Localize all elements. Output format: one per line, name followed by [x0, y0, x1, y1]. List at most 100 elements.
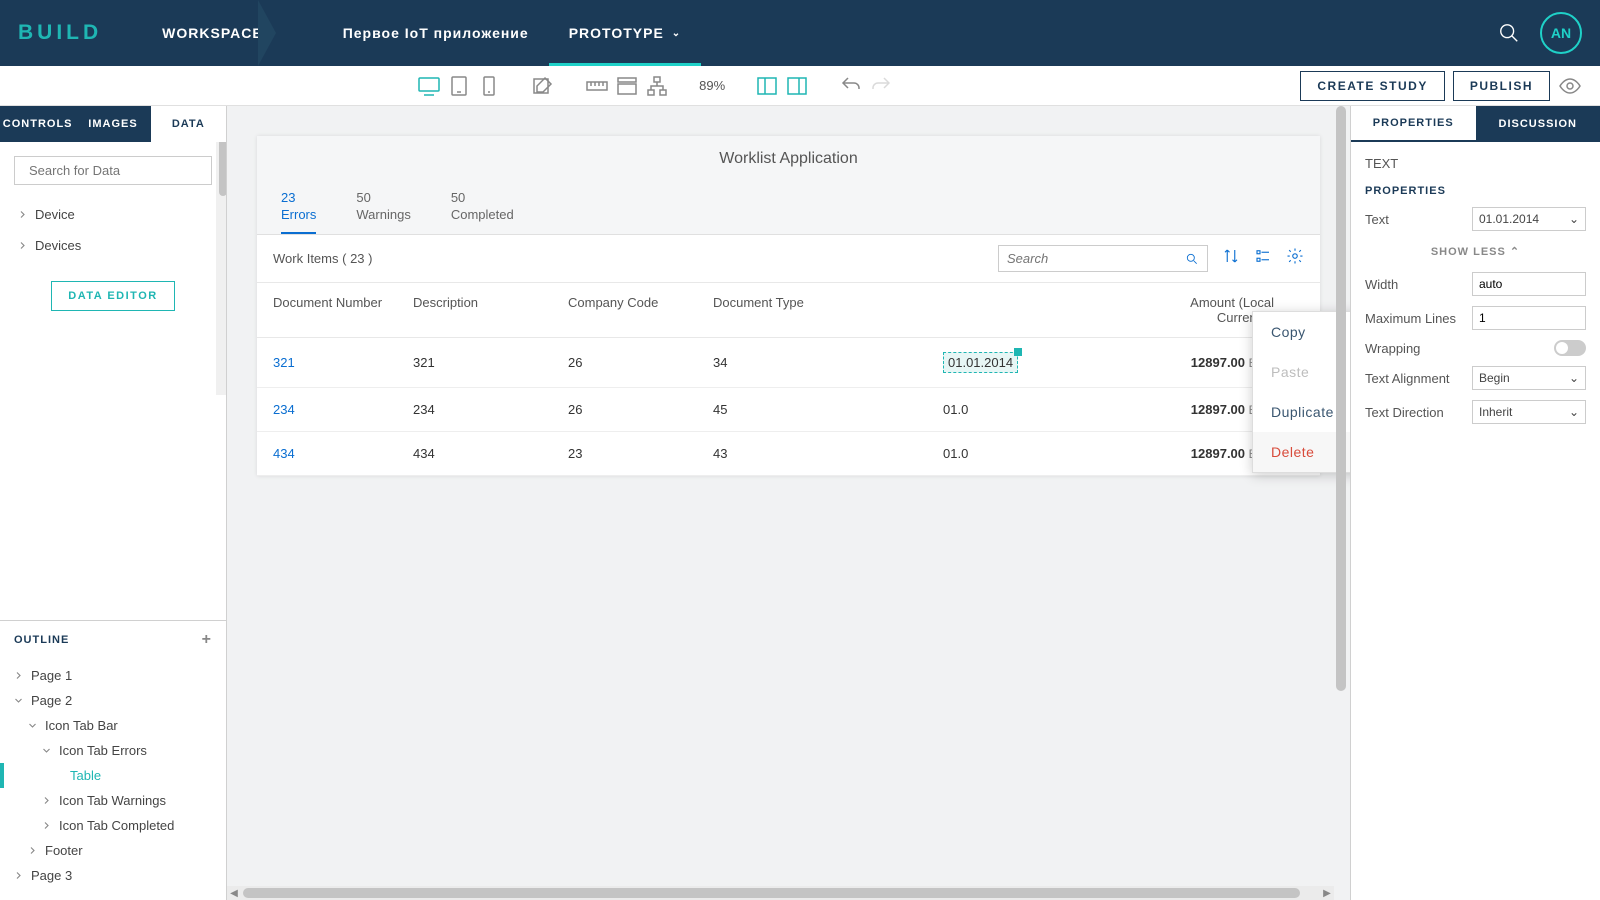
edit-icon[interactable]: [531, 75, 555, 97]
preview-eye-icon[interactable]: [1558, 75, 1582, 97]
table-row[interactable]: 234 234 26 45 01.0 12897.00 EUR ›: [257, 388, 1320, 432]
icon-tab-completed[interactable]: 50 Completed: [451, 182, 514, 234]
outline-label: Page 3: [31, 868, 72, 883]
tab-images[interactable]: IMAGES: [75, 106, 150, 142]
left-scrollbar-thumb[interactable]: [219, 142, 226, 196]
tab-data[interactable]: DATA: [151, 106, 226, 142]
undo-icon[interactable]: [839, 75, 863, 97]
selection-handle[interactable]: [1014, 348, 1022, 356]
outline-icontab-completed[interactable]: Icon Tab Completed: [14, 813, 212, 838]
table-row[interactable]: 434 434 23 43 01.0 12897.00 EUR ›: [257, 432, 1320, 476]
tools-group: [585, 75, 669, 97]
scroll-left-icon[interactable]: ◀: [227, 886, 241, 900]
search-icon[interactable]: [1498, 22, 1520, 44]
outline-page3[interactable]: Page 3: [14, 863, 212, 888]
outline-label: Footer: [45, 843, 83, 858]
group-icon[interactable]: [1254, 247, 1272, 270]
cell-docnum[interactable]: 434: [273, 446, 413, 461]
table-row[interactable]: 321 321 26 34 01.01.2014 12897.00 EUR ›: [257, 338, 1320, 388]
tablet-icon[interactable]: [447, 75, 471, 97]
publish-button[interactable]: PUBLISH: [1453, 71, 1550, 101]
tree-item-devices[interactable]: Devices: [14, 230, 212, 261]
icon-tab-errors[interactable]: 23 Errors: [281, 182, 316, 234]
chevron-down-icon: ⌄: [1569, 371, 1579, 385]
redo-icon[interactable]: [869, 75, 893, 97]
table-title: Work Items ( 23 ): [273, 251, 373, 266]
app-preview: Worklist Application 23 Errors 50 Warnin…: [257, 136, 1320, 476]
ruler-icon[interactable]: [585, 75, 609, 97]
outline-table[interactable]: Table: [14, 763, 212, 788]
avatar[interactable]: AN: [1540, 12, 1582, 54]
cell-cc: 23: [568, 446, 713, 461]
outline-label: Icon Tab Bar: [45, 718, 118, 733]
outline-label: Table: [70, 768, 101, 783]
chevron-down-icon: [14, 696, 23, 705]
cell-date[interactable]: 01.01.2014: [943, 352, 1143, 373]
canvas-scrollbar-h[interactable]: ◀ ▶: [227, 886, 1334, 900]
tab-discussion[interactable]: DISCUSSION: [1476, 106, 1600, 142]
phone-icon[interactable]: [477, 75, 501, 97]
prop-align-select[interactable]: Begin⌄: [1472, 366, 1586, 390]
cell-docnum[interactable]: 234: [273, 402, 413, 417]
chevron-right-icon: [42, 821, 51, 830]
outline-icontab-warnings[interactable]: Icon Tab Warnings: [14, 788, 212, 813]
settings-icon[interactable]: [1286, 247, 1304, 270]
outline-footer[interactable]: Footer: [14, 838, 212, 863]
outline-page2[interactable]: Page 2: [14, 688, 212, 713]
nav-prototype[interactable]: PROTOTYPE ⌄: [549, 0, 701, 66]
outline-icontab-errors[interactable]: Icon Tab Errors: [14, 738, 212, 763]
data-editor-button[interactable]: DATA EDITOR: [51, 281, 174, 311]
prop-maxlines-input[interactable]: [1472, 306, 1586, 330]
scroll-right-icon[interactable]: ▶: [1320, 886, 1334, 900]
canvas-scrollbar-v-thumb[interactable]: [1336, 106, 1346, 691]
tab-count: 50: [451, 190, 514, 205]
search-data-input[interactable]: [29, 163, 205, 178]
tree-label: Devices: [35, 238, 81, 253]
table-search-input[interactable]: [1007, 251, 1185, 266]
nav-app-name[interactable]: Первое IoT приложение: [323, 0, 549, 66]
canvas-scrollbar-v[interactable]: [1336, 106, 1346, 886]
cell-docnum[interactable]: 321: [273, 355, 413, 370]
cell-desc: 321: [413, 355, 568, 370]
cell-cc: 26: [568, 402, 713, 417]
outline-page1[interactable]: Page 1: [14, 663, 212, 688]
prop-dir-select[interactable]: Inherit⌄: [1472, 400, 1586, 424]
create-study-button[interactable]: CREATE STUDY: [1300, 71, 1444, 101]
zoom-level[interactable]: 89%: [699, 78, 725, 93]
outline-label: Icon Tab Errors: [59, 743, 147, 758]
tab-properties[interactable]: PROPERTIES: [1351, 106, 1476, 142]
search-data-input-wrap[interactable]: [14, 156, 212, 185]
panel-left-icon[interactable]: [755, 75, 779, 97]
logo[interactable]: BUILD: [18, 21, 102, 45]
outline-label: Page 1: [31, 668, 72, 683]
prop-dir-label: Text Direction: [1365, 405, 1444, 420]
chevron-down-icon: [42, 746, 51, 755]
show-less-toggle[interactable]: SHOW LESS ⌃: [1365, 245, 1586, 258]
col-doctype: Document Type: [713, 295, 943, 325]
add-icon[interactable]: +: [202, 631, 212, 649]
panel-right-icon[interactable]: [785, 75, 809, 97]
hierarchy-icon[interactable]: [645, 75, 669, 97]
prop-maxlines-label: Maximum Lines: [1365, 311, 1456, 326]
prop-text-select[interactable]: 01.01.2014⌄: [1472, 207, 1586, 231]
desktop-icon[interactable]: [417, 75, 441, 97]
chevron-down-icon: ⌄: [672, 28, 681, 39]
prop-width-label: Width: [1365, 277, 1398, 292]
icon-tab-warnings[interactable]: 50 Warnings: [356, 182, 410, 234]
prop-text-label: Text: [1365, 212, 1389, 227]
cell-desc: 434: [413, 446, 568, 461]
layout-icon[interactable]: [615, 75, 639, 97]
nav-separator-arrow: [258, 0, 276, 66]
prop-width-input[interactable]: [1472, 272, 1586, 296]
table-header-row: Document Number Description Company Code…: [257, 283, 1320, 338]
canvas-scrollbar-h-thumb[interactable]: [243, 888, 1300, 898]
tree-item-device[interactable]: Device: [14, 199, 212, 230]
outline-icontabbar[interactable]: Icon Tab Bar: [14, 713, 212, 738]
prop-wrapping-toggle[interactable]: [1554, 340, 1586, 356]
tab-controls[interactable]: CONTROLS: [0, 106, 75, 142]
left-scrollbar[interactable]: [216, 142, 226, 395]
col-desc: Description: [413, 295, 568, 325]
table-search-wrap[interactable]: [998, 245, 1208, 272]
tab-count: 50: [356, 190, 410, 205]
sort-icon[interactable]: [1222, 247, 1240, 270]
